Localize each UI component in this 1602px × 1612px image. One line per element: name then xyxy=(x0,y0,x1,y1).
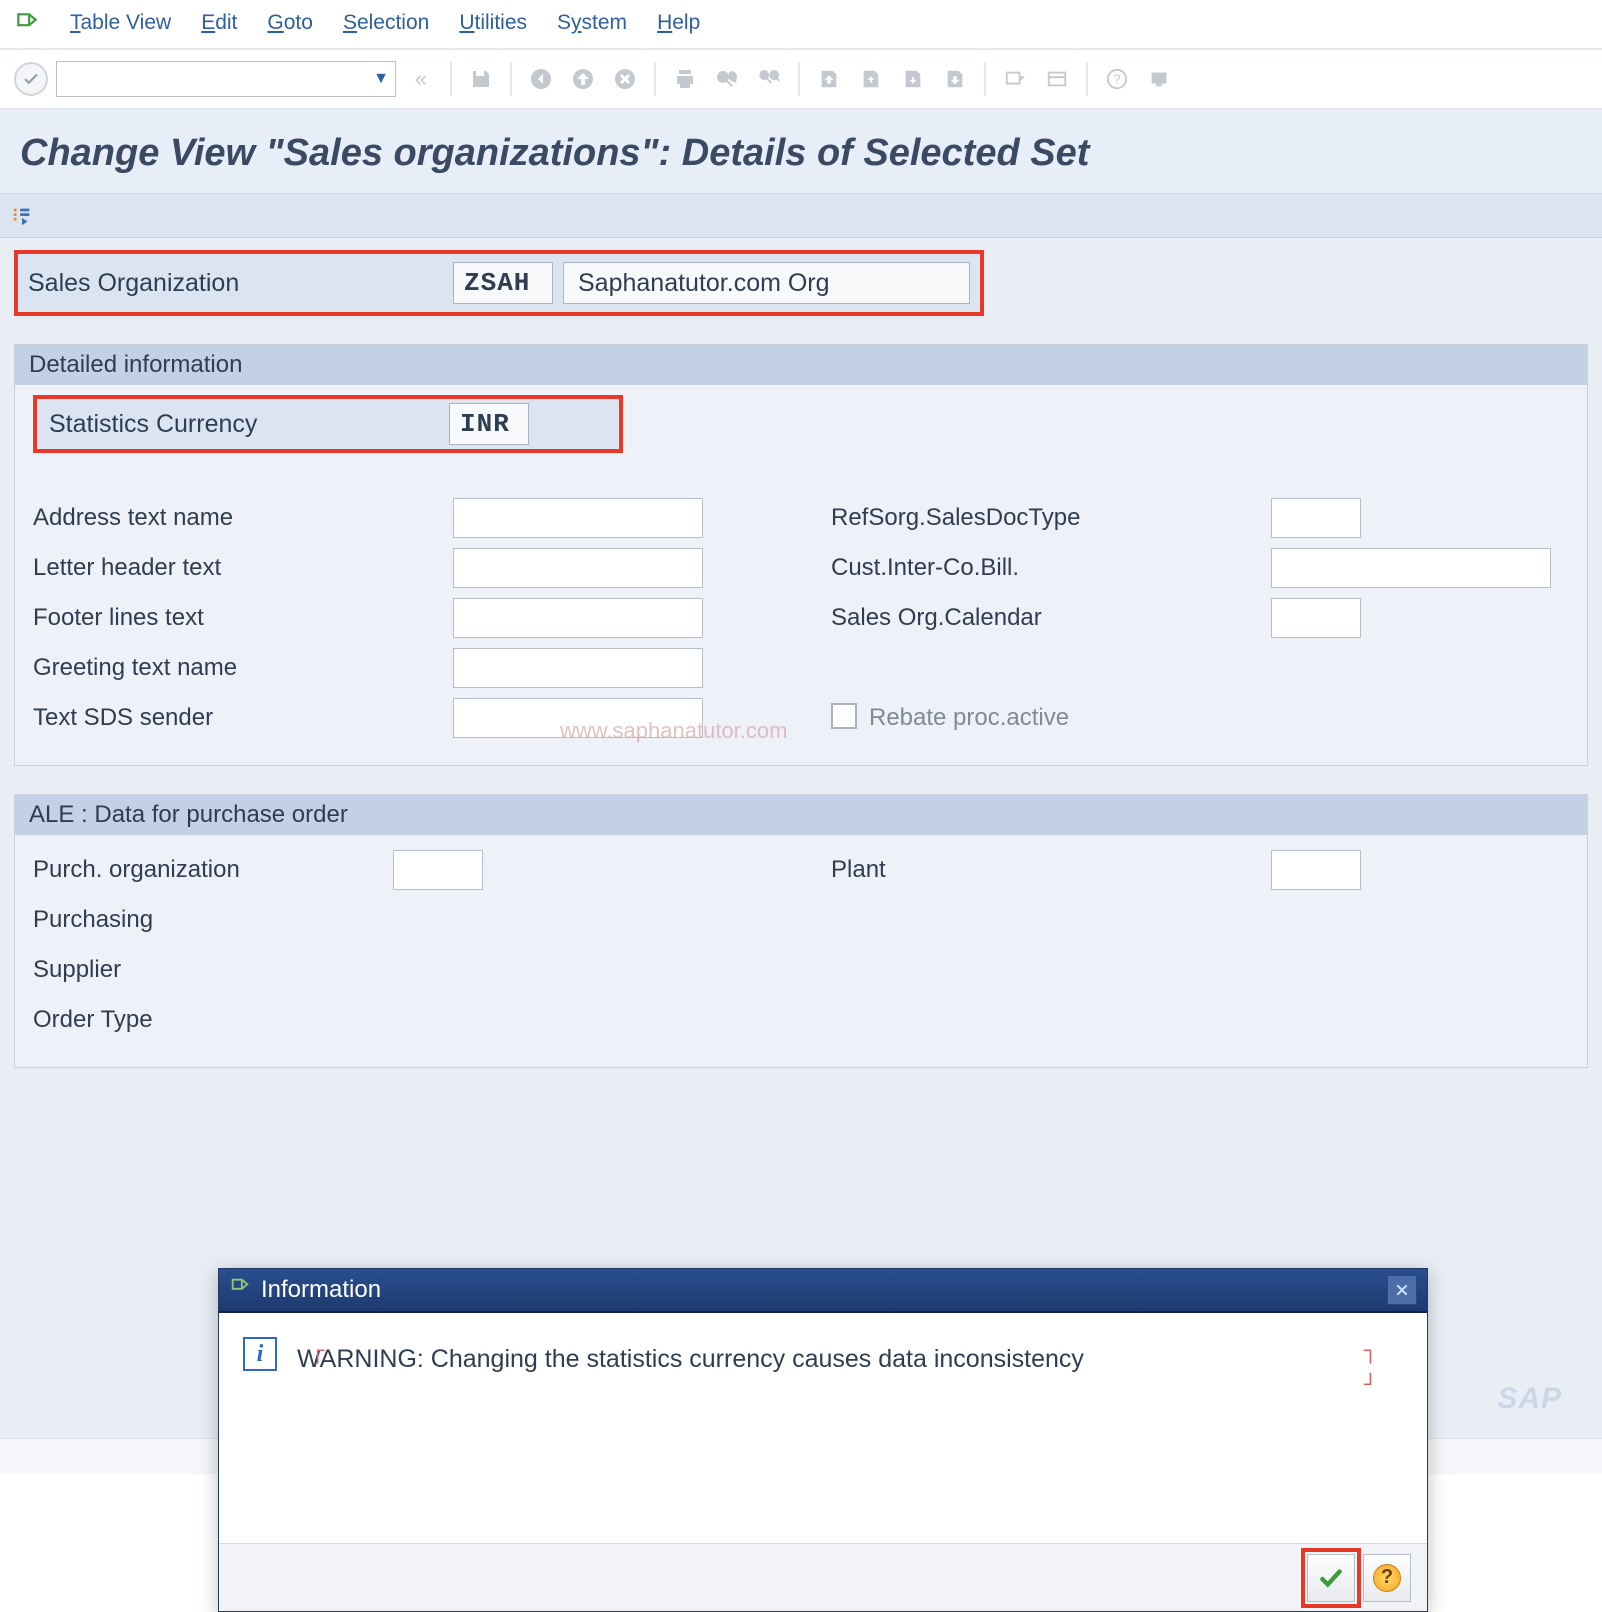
left-column: Address text name Letter header text Foo… xyxy=(33,493,771,743)
info-icon: i xyxy=(243,1337,277,1371)
dialog-footer: ? xyxy=(219,1543,1427,1611)
cust-interco-bill-field[interactable] xyxy=(1271,548,1551,588)
toolbar-separator xyxy=(1086,62,1088,96)
menu-edit[interactable]: Edit xyxy=(201,11,237,35)
toolbar-separator xyxy=(984,62,986,96)
print-icon[interactable] xyxy=(668,62,702,96)
right-column: RefSorg.SalesDocType Cust.Inter-Co.Bill.… xyxy=(831,493,1569,743)
menu-table-view[interactable]: Table View xyxy=(70,11,171,35)
field-label: Sales Org.Calendar xyxy=(831,604,1271,632)
field-label: Cust.Inter-Co.Bill. xyxy=(831,554,1271,582)
field-label: Text SDS sender xyxy=(33,704,453,732)
footer-lines-text-field[interactable] xyxy=(453,598,703,638)
toolbar-separator xyxy=(798,62,800,96)
field-label: Greeting text name xyxy=(33,654,453,682)
sales-org-code[interactable]: ZSAH xyxy=(453,262,553,304)
next-page-icon[interactable] xyxy=(896,62,930,96)
close-button[interactable] xyxy=(1387,1275,1417,1305)
first-page-icon[interactable] xyxy=(812,62,846,96)
bracket-icon: ┘ xyxy=(1364,1373,1377,1398)
expand-collapse-icon[interactable] xyxy=(10,204,34,228)
menu-bar: Table View Edit Goto Selection Utilities… xyxy=(0,0,1602,50)
statistics-currency-field[interactable]: INR xyxy=(449,403,529,445)
group-ale-purchase: ALE : Data for purchase order Purch. org… xyxy=(14,794,1588,1068)
question-icon: ? xyxy=(1373,1564,1401,1592)
bracket-icon: ┌ xyxy=(311,1339,324,1364)
rebate-proc-active-checkbox[interactable] xyxy=(831,703,857,729)
group-title: ALE : Data for purchase order xyxy=(15,795,1587,835)
watermark-text: www.saphanatutor.com xyxy=(560,718,787,744)
menu-utilities[interactable]: Utilities xyxy=(459,11,527,35)
rebate-proc-active-label: Rebate proc.active xyxy=(869,704,1069,732)
sales-org-label: Sales Organization xyxy=(28,269,443,298)
sales-org-calendar-field[interactable] xyxy=(1271,598,1361,638)
menu-goto[interactable]: Goto xyxy=(267,11,313,35)
cancel-icon[interactable] xyxy=(608,62,642,96)
letter-header-text-field[interactable] xyxy=(453,548,703,588)
address-text-name-field[interactable] xyxy=(453,498,703,538)
sap-menu-icon[interactable] xyxy=(14,10,40,36)
toolbar-separator xyxy=(654,62,656,96)
chevron-down-icon[interactable]: ▼ xyxy=(373,70,389,88)
find-next-icon[interactable] xyxy=(752,62,786,96)
menu-selection[interactable]: Selection xyxy=(343,11,429,35)
svg-text:?: ? xyxy=(1113,72,1120,87)
group-detailed-info: Detailed information Statistics Currency… xyxy=(14,344,1588,766)
menu-help[interactable]: Help xyxy=(657,11,700,35)
layout-icon[interactable] xyxy=(1040,62,1074,96)
menu-system[interactable]: System xyxy=(557,11,627,35)
field-label: RefSorg.SalesDocType xyxy=(831,504,1271,532)
ok-button[interactable] xyxy=(1307,1554,1355,1602)
sales-org-header: Sales Organization ZSAH Saphanatutor.com… xyxy=(14,250,984,316)
greeting-text-name-field[interactable] xyxy=(453,648,703,688)
group-title: Detailed information xyxy=(15,345,1587,385)
command-field[interactable]: ▼ xyxy=(56,61,396,97)
sales-org-desc[interactable]: Saphanatutor.com Org xyxy=(563,262,970,304)
new-session-icon[interactable] xyxy=(998,62,1032,96)
toolbar-separator xyxy=(510,62,512,96)
information-dialog: Information ┌ ┐ ┘ i WARNING: Changing th… xyxy=(218,1268,1428,1612)
local-layout-icon[interactable] xyxy=(1142,62,1176,96)
sap-dialog-icon xyxy=(229,1276,251,1305)
plant-field[interactable] xyxy=(1271,850,1361,890)
nav-back-icon[interactable]: « xyxy=(404,62,438,96)
page-title: Change View "Sales organizations": Detai… xyxy=(0,110,1602,194)
help-icon[interactable]: ? xyxy=(1100,62,1134,96)
field-label: Purch. organization xyxy=(33,856,393,884)
find-icon[interactable] xyxy=(710,62,744,96)
back-icon[interactable] xyxy=(524,62,558,96)
content-area: Sales Organization ZSAH Saphanatutor.com… xyxy=(0,238,1602,1438)
application-toolbar xyxy=(0,194,1602,238)
field-label: Address text name xyxy=(33,504,453,532)
last-page-icon[interactable] xyxy=(938,62,972,96)
dialog-title: Information xyxy=(261,1276,381,1304)
field-label: Letter header text xyxy=(33,554,453,582)
enter-button[interactable] xyxy=(14,62,48,96)
dialog-message: WARNING: Changing the statistics currenc… xyxy=(297,1337,1084,1382)
sap-logo: SAP xyxy=(1497,1382,1562,1416)
system-toolbar: ▼ « ? xyxy=(0,50,1602,110)
field-label: Purchasing xyxy=(33,906,393,934)
field-label: Footer lines text xyxy=(33,604,453,632)
bracket-icon: ┐ xyxy=(1364,1339,1377,1364)
field-label: Order Type xyxy=(33,1006,393,1034)
help-button[interactable]: ? xyxy=(1363,1554,1411,1602)
statistics-currency-label: Statistics Currency xyxy=(49,410,449,439)
statistics-currency-row: Statistics Currency INR xyxy=(33,395,623,453)
purch-organization-field[interactable] xyxy=(393,850,483,890)
field-label: Plant xyxy=(831,856,1271,884)
toolbar-separator xyxy=(450,62,452,96)
ref-sorg-doctype-field[interactable] xyxy=(1271,498,1361,538)
save-icon[interactable] xyxy=(464,62,498,96)
exit-icon[interactable] xyxy=(566,62,600,96)
field-label: Supplier xyxy=(33,956,393,984)
prev-page-icon[interactable] xyxy=(854,62,888,96)
